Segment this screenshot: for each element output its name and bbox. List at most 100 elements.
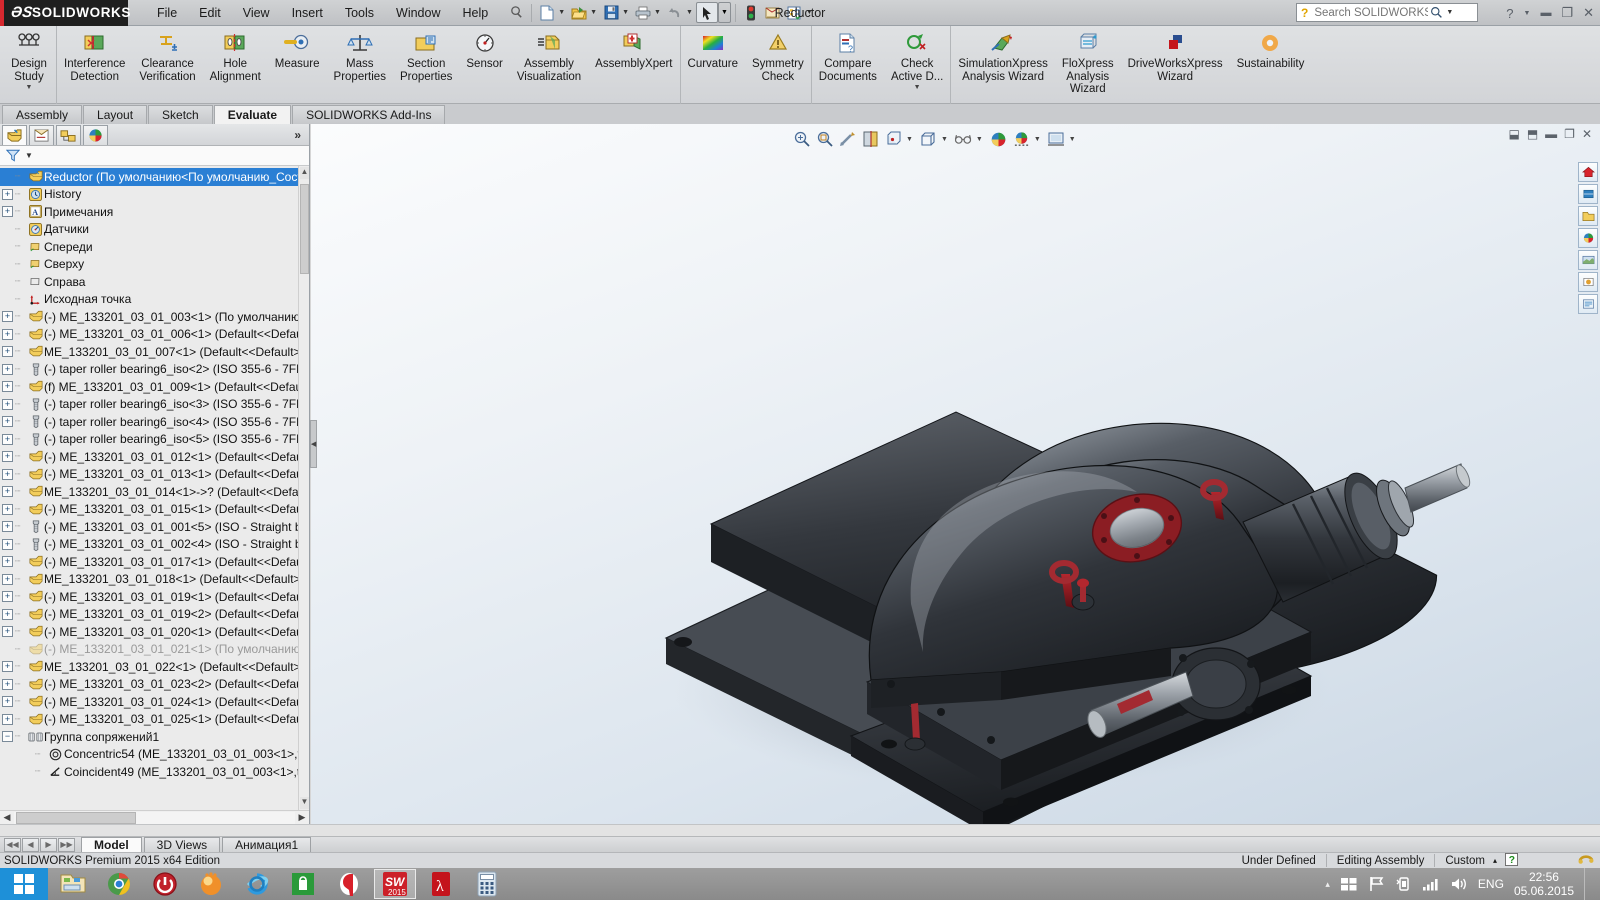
assembly-visualization-button[interactable]: Assembly Visualization xyxy=(510,26,588,84)
graphics-minimize-icon[interactable]: ▬ xyxy=(1545,127,1557,141)
help-caret-icon[interactable]: ▼ xyxy=(1524,10,1531,17)
tree-expand-toggle[interactable]: + xyxy=(2,573,13,585)
menu-tools[interactable]: Tools xyxy=(334,2,385,24)
tree-item[interactable]: ┈ Спереди xyxy=(0,238,309,256)
traffic-light-icon[interactable] xyxy=(740,2,762,23)
orange-sphere-icon[interactable] xyxy=(190,869,232,899)
tree-item[interactable]: + ┈ ME_133201_03_01_007<1> (Default<<Defau… xyxy=(0,343,309,361)
tree-item[interactable]: + ┈ (-) ME_133201_03_01_025<1> (Default<<D… xyxy=(0,711,309,729)
menu-edit[interactable]: Edit xyxy=(188,2,232,24)
view-settings-icon[interactable] xyxy=(1046,129,1067,150)
tree-item[interactable]: + ┈ (-) ME_133201_03_01_020<1> (Default<<D… xyxy=(0,623,309,641)
open-caret-icon[interactable]: ▼ xyxy=(590,9,597,16)
device-icon[interactable] xyxy=(1395,876,1412,892)
feature-tree[interactable]: ┈ Reductor (По умолчанию<По умолчанию_Сос… xyxy=(0,166,309,810)
tree-item[interactable]: + ┈ ME_133201_03_01_022<1> (Default<<Defau… xyxy=(0,658,309,676)
tree-item[interactable]: + ┈ (-) taper roller bearing6_iso<3> (ISO … xyxy=(0,396,309,414)
network-signal-icon[interactable] xyxy=(1422,876,1440,892)
tree-item[interactable]: + ┈ (-) ME_133201_03_01_015<1> (Default<<D… xyxy=(0,501,309,519)
first-tab-icon[interactable]: ◀◀ xyxy=(4,837,21,852)
model-tab[interactable]: Model xyxy=(81,837,142,852)
animation-tab[interactable]: Анимация1 xyxy=(222,837,312,852)
tree-hscroll-thumb[interactable] xyxy=(16,811,136,824)
tree-item[interactable]: + ┈ ME_133201_03_01_018<1> (Default<<Defau… xyxy=(0,571,309,589)
search-input[interactable] xyxy=(1312,5,1431,20)
check-active-document-button[interactable]: Check Active D... ▼ xyxy=(884,26,950,92)
tree-item[interactable]: + ┈ (-) ME_133201_03_01_012<1> (Default<<D… xyxy=(0,448,309,466)
scene-caret-icon[interactable]: ▼ xyxy=(1034,136,1041,143)
tree-expand-toggle[interactable]: − xyxy=(2,731,13,743)
tree-hscroll-track[interactable] xyxy=(14,811,295,824)
tab-assembly[interactable]: Assembly xyxy=(2,105,83,124)
floxpress-button[interactable]: FloXpress Analysis Wizard xyxy=(1055,26,1121,97)
tree-item[interactable]: ┈ Concentric54 (ME_133201_03_01_003<1>,ta… xyxy=(0,746,309,764)
new-doc-caret-icon[interactable]: ▼ xyxy=(558,9,565,16)
menu-view[interactable]: View xyxy=(232,2,281,24)
tree-item[interactable]: + ┈ (-) ME_133201_03_01_017<1> (Default<<D… xyxy=(0,553,309,571)
new-doc-icon[interactable] xyxy=(536,2,558,23)
tree-expand-toggle[interactable]: + xyxy=(2,398,13,410)
tree-item[interactable]: + ┈ (-) ME_133201_03_01_024<1> (Default<<D… xyxy=(0,693,309,711)
restore-icon[interactable]: ❐ xyxy=(1561,5,1573,21)
next-tab-icon[interactable]: ▶ xyxy=(40,837,57,852)
scene-icon[interactable] xyxy=(1011,129,1032,150)
tree-scroll-down-icon[interactable]: ▼ xyxy=(300,797,309,809)
tree-item[interactable]: ┈ (-) ME_133201_03_01_021<1> (По умолчани… xyxy=(0,641,309,659)
help-search-box[interactable]: ? ▼ xyxy=(1296,3,1478,22)
property-manager-tab[interactable] xyxy=(29,124,54,145)
undo-caret-icon[interactable]: ▼ xyxy=(686,9,693,16)
search-caret-icon[interactable]: ▼ xyxy=(1446,9,1453,16)
tree-item[interactable]: + ┈ (-) ME_133201_03_01_019<1> (Default<<D… xyxy=(0,588,309,606)
tree-item[interactable]: ┈ Сверху xyxy=(0,256,309,274)
measure-button[interactable]: Measure xyxy=(268,26,327,72)
tree-item[interactable]: + ┈ A Примечания xyxy=(0,203,309,221)
help-badge-icon[interactable]: ? xyxy=(1505,852,1518,869)
windows-store-icon[interactable] xyxy=(282,869,324,899)
menu-file[interactable]: File xyxy=(146,2,188,24)
tree-item[interactable]: + ┈ (-) taper roller bearing6_iso<4> (ISO … xyxy=(0,413,309,431)
tree-item[interactable]: ┈ Исходная точка xyxy=(0,291,309,309)
graphics-viewport[interactable]: ▼ ▼ ▼ ▼ ▼ ⬓ ⬒ ▬ ❐ ✕ xyxy=(311,124,1600,824)
sustainability-button[interactable]: Sustainability xyxy=(1230,26,1312,72)
hide-show-caret-icon[interactable]: ▼ xyxy=(976,136,983,143)
print-caret-icon[interactable]: ▼ xyxy=(654,9,661,16)
windows-tray-icon[interactable] xyxy=(1340,876,1358,892)
file-explorer-icon[interactable] xyxy=(52,869,94,899)
previous-view-icon[interactable] xyxy=(837,129,858,150)
printer-icon[interactable] xyxy=(632,2,654,23)
restore-left-icon[interactable]: ⬓ xyxy=(1508,127,1519,141)
graphics-restore-icon[interactable]: ❐ xyxy=(1564,127,1575,141)
tree-expand-toggle[interactable]: + xyxy=(2,206,13,218)
display-style-cube-icon[interactable] xyxy=(918,129,939,150)
scenes-icon[interactable] xyxy=(1578,250,1598,270)
tree-item[interactable]: ┈ Coincident49 (ME_133201_03_01_003<1>,ta… xyxy=(0,763,309,781)
units-label[interactable]: Custom xyxy=(1445,855,1485,867)
tree-expand-toggle[interactable]: + xyxy=(2,521,13,533)
tree-scroll-up-icon[interactable]: ▲ xyxy=(300,167,309,179)
appearance-sphere-icon[interactable] xyxy=(988,129,1009,150)
assemblyxpert-button[interactable]: AssemblyXpert xyxy=(588,26,679,72)
tree-expand-toggle[interactable]: + xyxy=(2,311,13,323)
tray-expand-icon[interactable]: ▴ xyxy=(1325,879,1330,890)
simulationxpress-button[interactable]: SimulationXpress Analysis Wizard xyxy=(951,26,1054,84)
tree-item[interactable]: + ┈ (-) ME_133201_03_01_006<1> (Default<<D… xyxy=(0,326,309,344)
options-gear-icon[interactable] xyxy=(784,2,806,23)
tree-item[interactable]: + ┈ (-) ME_133201_03_01_002<4> (ISO - Stra… xyxy=(0,536,309,554)
tree-item[interactable]: + ┈ (-) ME_133201_03_01_003<1> (По умолчан… xyxy=(0,308,309,326)
configuration-manager-tab[interactable] xyxy=(56,124,81,145)
volume-icon[interactable] xyxy=(1450,876,1468,892)
flag-icon[interactable] xyxy=(1368,876,1385,892)
tree-expand-toggle[interactable]: + xyxy=(2,451,13,463)
tree-expand-toggle[interactable]: + xyxy=(2,503,13,515)
view-front-icon[interactable] xyxy=(1578,184,1598,204)
menu-window[interactable]: Window xyxy=(385,2,451,24)
filter-caret-icon[interactable]: ▼ xyxy=(25,151,33,160)
compare-documents-button[interactable]: ? Compare Documents xyxy=(812,26,884,84)
cursor-arrow-icon[interactable] xyxy=(695,2,718,23)
check-active-dropdown-icon[interactable]: ▼ xyxy=(914,84,921,91)
units-caret-icon[interactable]: ▴ xyxy=(1493,856,1497,865)
tree-item[interactable]: + ┈ (-) taper roller bearing6_iso<2> (ISO … xyxy=(0,361,309,379)
tree-item[interactable]: ┈ Справа xyxy=(0,273,309,291)
appearances-icon[interactable] xyxy=(1578,228,1598,248)
display-manager-tab[interactable] xyxy=(83,124,108,145)
